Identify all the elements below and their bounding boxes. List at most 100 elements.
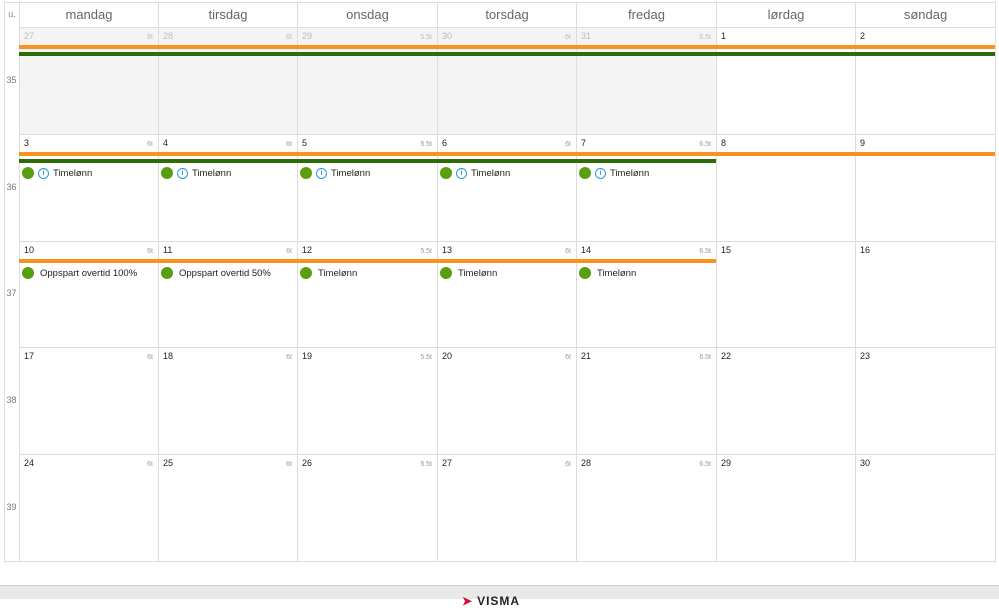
status-dot-icon bbox=[300, 167, 312, 179]
planned-hours: 5.5t bbox=[420, 461, 432, 468]
day-number: 21 bbox=[581, 351, 592, 361]
day-cell[interactable]: 7 6.5t bbox=[576, 134, 716, 241]
info-icon[interactable]: i bbox=[595, 167, 606, 179]
day-header-1: tirsdag bbox=[158, 2, 297, 27]
day-cell[interactable]: 20 6t bbox=[437, 347, 576, 454]
day-number: 12 bbox=[302, 245, 313, 255]
day-number: 26 bbox=[302, 458, 313, 468]
day-number: 24 bbox=[24, 458, 35, 468]
calendar-event[interactable]: i Timelønn bbox=[22, 167, 92, 179]
period-bar[interactable] bbox=[19, 45, 995, 49]
day-number: 22 bbox=[721, 351, 732, 361]
info-icon[interactable]: i bbox=[456, 167, 467, 179]
day-cell[interactable]: 31 6.5t bbox=[576, 27, 716, 134]
day-number: 3 bbox=[24, 138, 30, 148]
day-number: 29 bbox=[302, 31, 313, 41]
calendar-event[interactable]: i Timelønn bbox=[440, 167, 510, 179]
day-cell[interactable]: 1 bbox=[716, 27, 855, 134]
planned-hours: 6t bbox=[565, 34, 571, 41]
period-bar[interactable] bbox=[19, 259, 716, 263]
day-header-0: mandag bbox=[19, 2, 158, 27]
day-cell[interactable]: 27 6t bbox=[437, 454, 576, 561]
day-cell[interactable]: 4 6t bbox=[158, 134, 297, 241]
week-column-header: u. bbox=[8, 9, 16, 19]
day-number: 27 bbox=[442, 458, 453, 468]
period-bar[interactable] bbox=[19, 152, 995, 156]
calendar-event[interactable]: i Timelønn bbox=[579, 167, 649, 179]
info-icon[interactable]: i bbox=[177, 167, 188, 179]
day-cell[interactable]: 17 6t bbox=[19, 347, 158, 454]
planned-hours: 6t bbox=[147, 248, 153, 255]
planned-hours: 5.5t bbox=[420, 141, 432, 148]
day-cell[interactable]: 9 bbox=[855, 134, 995, 241]
day-number: 7 bbox=[581, 138, 587, 148]
day-cell[interactable]: 29 5.5t bbox=[297, 27, 437, 134]
planned-hours: 5.5t bbox=[420, 34, 432, 41]
day-number: 18 bbox=[163, 351, 174, 361]
calendar-event[interactable]: Oppspart overtid 50% bbox=[161, 267, 271, 279]
calendar-event[interactable]: i Timelønn bbox=[161, 167, 231, 179]
day-number: 16 bbox=[860, 245, 871, 255]
day-cell[interactable]: 13 6t bbox=[437, 241, 576, 347]
status-dot-icon bbox=[579, 267, 591, 279]
day-cell[interactable]: 10 6t bbox=[19, 241, 158, 347]
day-cell[interactable]: 3 6t bbox=[19, 134, 158, 241]
day-cell[interactable]: 15 bbox=[716, 241, 855, 347]
calendar-event[interactable]: i Timelønn bbox=[300, 167, 370, 179]
day-cell[interactable]: 29 bbox=[716, 454, 855, 561]
day-cell[interactable]: 8 bbox=[716, 134, 855, 241]
day-number: 30 bbox=[442, 31, 453, 41]
planned-hours: 6t bbox=[565, 141, 571, 148]
planned-hours: 6t bbox=[147, 461, 153, 468]
day-cell[interactable]: 24 6t bbox=[19, 454, 158, 561]
day-cell[interactable]: 18 6t bbox=[158, 347, 297, 454]
day-number: 29 bbox=[721, 458, 732, 468]
day-number: 2 bbox=[860, 31, 866, 41]
day-number: 1 bbox=[721, 31, 727, 41]
calendar-event[interactable]: Timelønn bbox=[440, 267, 497, 279]
day-cell[interactable]: 30 bbox=[855, 454, 995, 561]
week-number: 35 bbox=[6, 74, 17, 85]
calendar-event[interactable]: Timelønn bbox=[579, 267, 636, 279]
day-number: 17 bbox=[24, 351, 35, 361]
day-cell[interactable]: 6 6t bbox=[437, 134, 576, 241]
planned-hours: 6t bbox=[286, 461, 292, 468]
day-header-6: søndag bbox=[855, 2, 995, 27]
calendar-event[interactable]: Timelønn bbox=[300, 267, 357, 279]
day-cell[interactable]: 22 bbox=[716, 347, 855, 454]
day-cell[interactable]: 16 bbox=[855, 241, 995, 347]
day-cell[interactable]: 19 5.5t bbox=[297, 347, 437, 454]
day-cell[interactable]: 30 6t bbox=[437, 27, 576, 134]
planned-hours: 6t bbox=[147, 141, 153, 148]
day-cell[interactable]: 12 5.5t bbox=[297, 241, 437, 347]
period-bar[interactable] bbox=[19, 52, 995, 56]
event-label: Timelønn bbox=[192, 167, 232, 179]
info-icon[interactable]: i bbox=[38, 167, 49, 179]
event-label: Timelønn bbox=[597, 267, 637, 279]
day-cell[interactable]: 14 6.5t bbox=[576, 241, 716, 347]
day-cell[interactable]: 28 6t bbox=[158, 27, 297, 134]
day-cell[interactable]: 21 6.5t bbox=[576, 347, 716, 454]
day-number: 23 bbox=[860, 351, 871, 361]
day-cell[interactable]: 2 bbox=[855, 27, 995, 134]
day-cell[interactable]: 26 5.5t bbox=[297, 454, 437, 561]
day-cell[interactable]: 28 6.5t bbox=[576, 454, 716, 561]
day-cell[interactable]: 27 6t bbox=[19, 27, 158, 134]
planned-hours: 6t bbox=[286, 141, 292, 148]
footer: ➤ VISMA bbox=[0, 585, 999, 608]
status-dot-icon bbox=[161, 167, 173, 179]
day-number: 10 bbox=[24, 245, 35, 255]
info-icon[interactable]: i bbox=[316, 167, 327, 179]
calendar-event[interactable]: Oppspart overtid 100% bbox=[22, 267, 137, 279]
day-cell[interactable]: 25 6t bbox=[158, 454, 297, 561]
week-number: 38 bbox=[6, 394, 17, 405]
day-cell[interactable]: 23 bbox=[855, 347, 995, 454]
day-cell[interactable]: 11 6t bbox=[158, 241, 297, 347]
week-number: 37 bbox=[6, 288, 17, 298]
day-number: 6 bbox=[442, 138, 448, 148]
planned-hours: 6t bbox=[286, 248, 292, 255]
day-number: 31 bbox=[581, 31, 592, 41]
day-number: 11 bbox=[163, 245, 173, 255]
period-bar[interactable] bbox=[19, 159, 716, 163]
day-cell[interactable]: 5 5.5t bbox=[297, 134, 437, 241]
